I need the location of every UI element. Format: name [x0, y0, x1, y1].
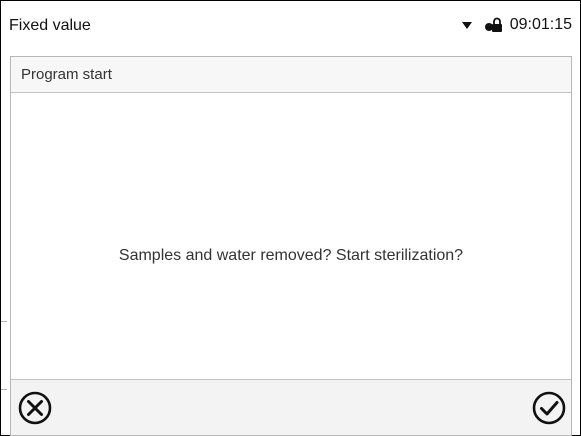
device-screen: Fixed value 09:01:15 Program start Sampl… [0, 0, 581, 436]
side-divider [1, 389, 7, 390]
chevron-down-icon[interactable] [461, 21, 472, 29]
dialog-header: Program start [11, 57, 571, 93]
lock-icon [484, 17, 502, 32]
status-bar: Fixed value 09:01:15 [1, 1, 580, 47]
operating-mode-label[interactable]: Fixed value [9, 17, 91, 35]
clock-time: 09:01:15 [509, 16, 572, 33]
cancel-button[interactable] [16, 389, 54, 427]
dialog-message: Samples and water removed? Start sterili… [118, 247, 464, 264]
status-right: 09:01:15 [461, 16, 572, 34]
side-divider [1, 321, 7, 322]
program-start-dialog: Program start Samples and water removed?… [10, 56, 572, 436]
confirm-button[interactable] [530, 389, 568, 427]
dialog-footer [11, 379, 571, 435]
check-circle-icon [532, 391, 566, 425]
close-circle-icon [18, 391, 52, 425]
dialog-title: Program start [21, 66, 112, 83]
